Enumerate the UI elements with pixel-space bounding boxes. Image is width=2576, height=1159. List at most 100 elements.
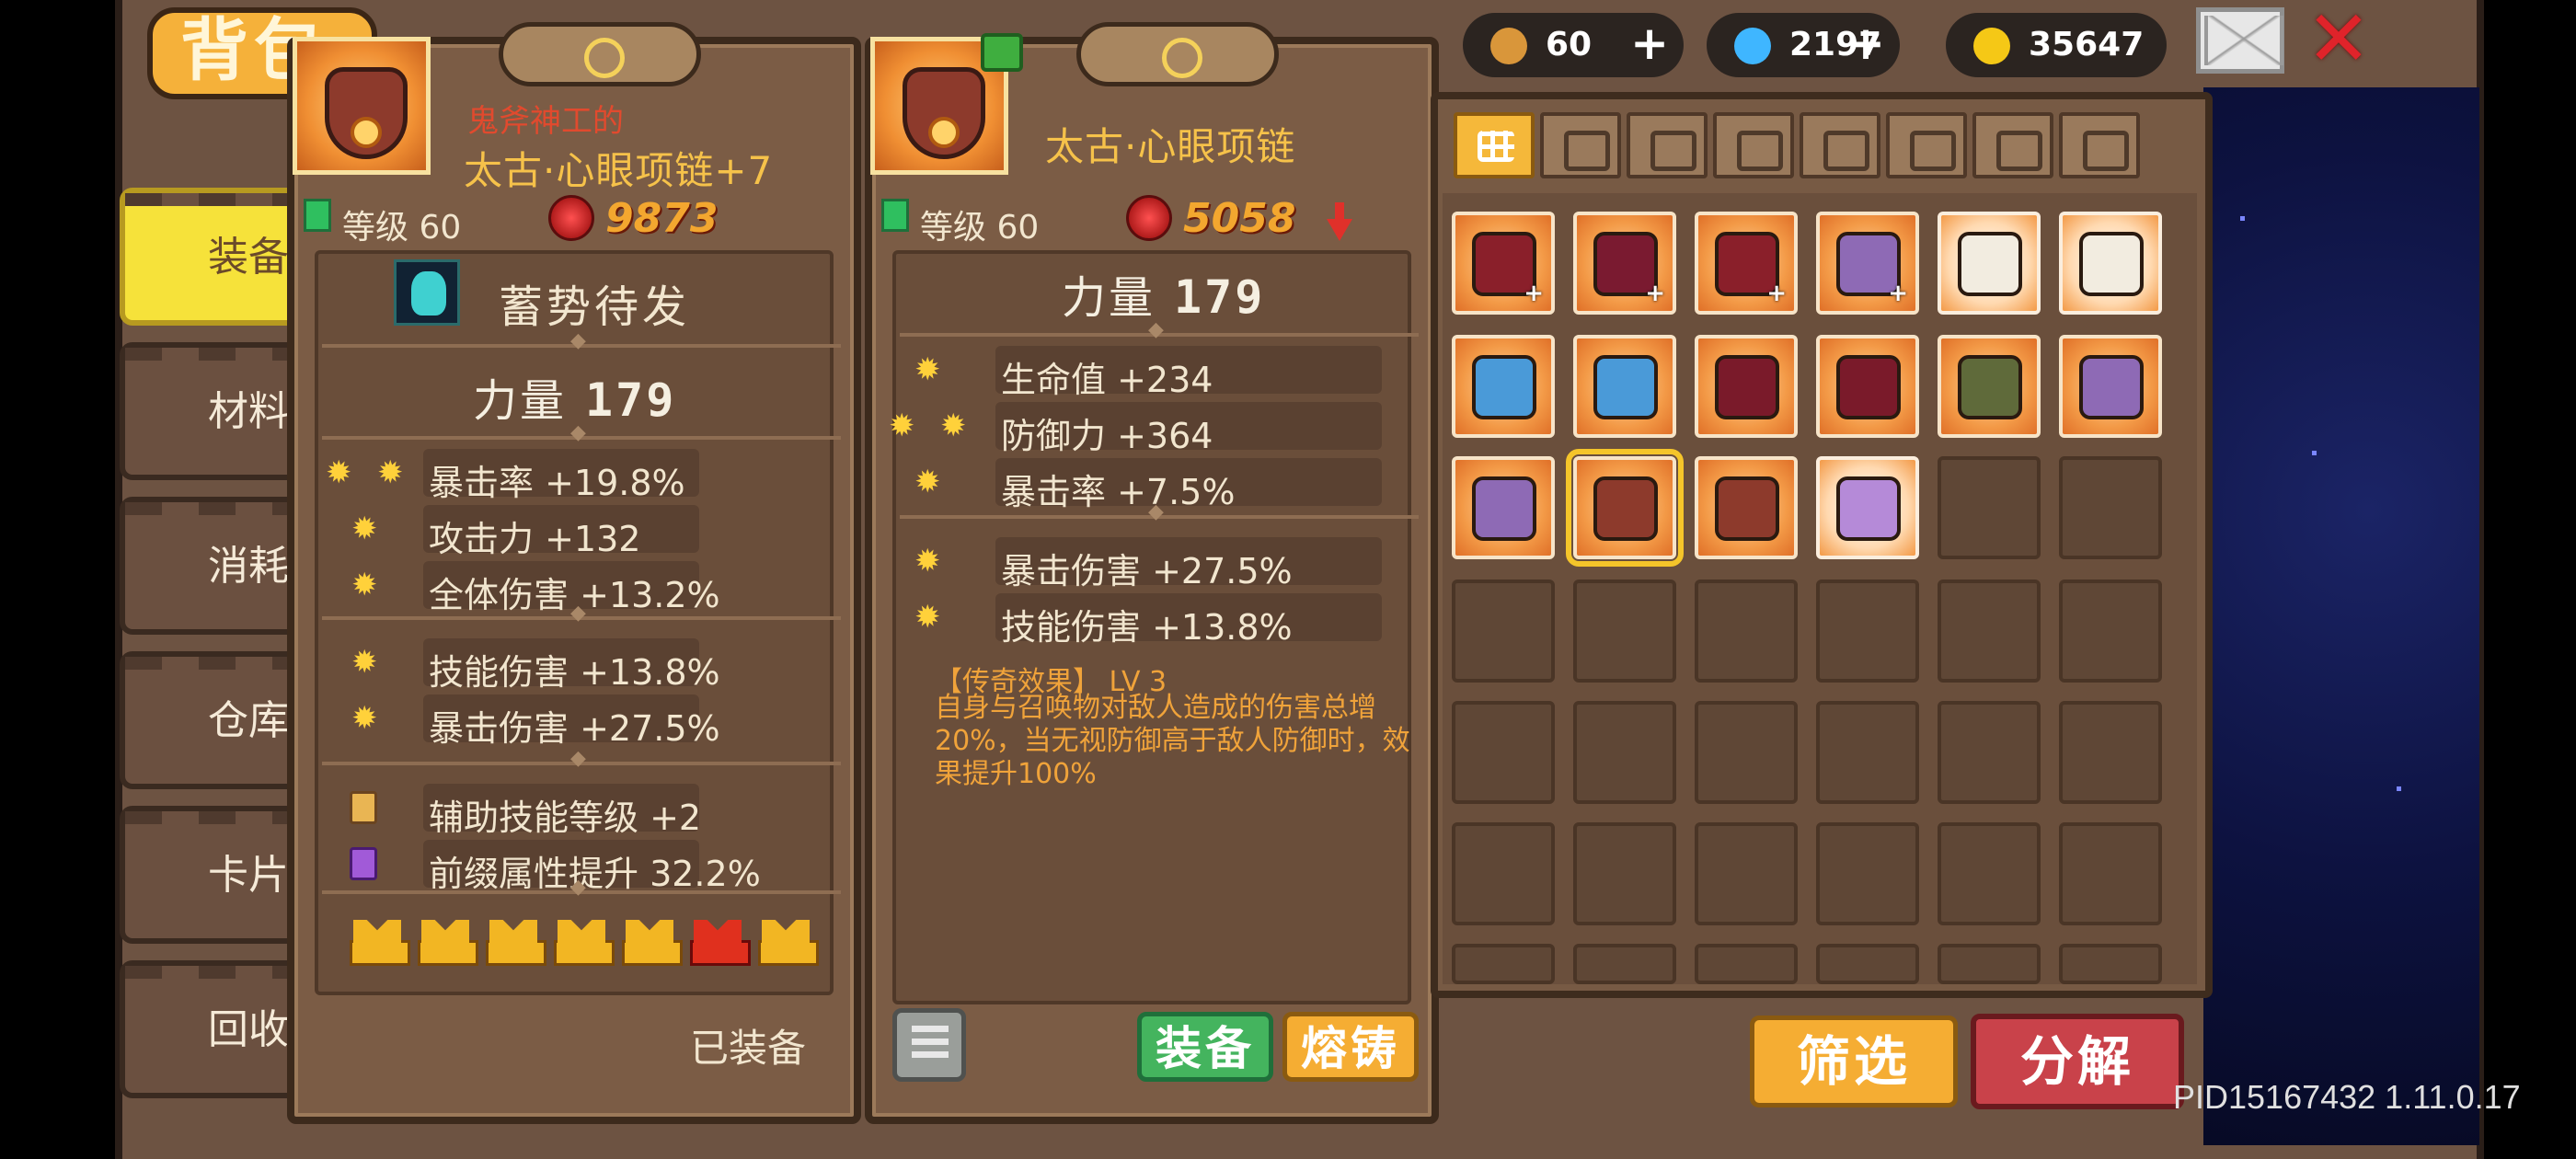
upgrade-plus-icon: + [1766,280,1787,307]
empty-slot[interactable] [1695,580,1798,683]
empty-slot[interactable] [1452,944,1555,984]
divider [322,876,841,899]
empty-slot[interactable] [2059,580,2162,683]
empty-slot[interactable] [2059,822,2162,925]
inventory-item[interactable]: + [1573,212,1676,315]
necklace-icon[interactable] [1886,112,1967,178]
space-backdrop [2203,87,2479,1145]
empty-slot[interactable] [2059,701,2162,804]
star-gem-icon: ✹ [914,464,941,500]
gem-icon [1734,28,1771,64]
empty-slot[interactable] [1816,701,1919,804]
crown-icon [554,920,615,966]
necklace-slot-icon [499,22,701,86]
empty-slot[interactable] [1452,580,1555,683]
level-flag-icon [881,199,909,232]
empty-slot[interactable] [1452,701,1555,804]
item-icon [1593,355,1658,419]
equipped-item-portrait [293,37,431,175]
add-bag-button[interactable]: + [1630,13,1669,74]
star-gem-icon: ✹ [351,567,378,603]
inventory-item[interactable] [2059,335,2162,438]
inventory-item[interactable] [1816,335,1919,438]
smelt-button[interactable]: 熔铸 [1282,1012,1419,1082]
inventory-item[interactable]: + [1452,212,1555,315]
upgrade-plus-icon: + [1888,280,1908,307]
mail-button[interactable] [2196,7,2284,74]
item-level: 等级 60 [342,209,462,247]
item-icon [1836,355,1901,419]
filter-button[interactable]: 筛选 [1750,1016,1958,1107]
stat-row: 辅助技能等级 +2 [294,784,865,838]
inventory-item[interactable] [1452,456,1555,559]
all-icon[interactable] [1454,112,1535,178]
main-stat: 力量 179 [1062,270,1266,324]
star-gem-icon: ✹ [351,644,378,681]
star-gem-icon: ✹ [940,407,967,444]
list-menu-button[interactable] [892,1008,966,1082]
star-gem-icon: ✹ [351,700,378,737]
inventory-item[interactable] [1695,456,1798,559]
inventory-item[interactable] [1566,449,1684,567]
empty-slot[interactable] [1573,822,1676,925]
crown-icon [350,920,410,966]
empty-slot[interactable] [1816,944,1919,984]
compare-item-card: 太古·心眼项链 等级 60 5058 力量179 ✹ 生命值 +234 ✹ ✹ 防御力 … [865,22,1439,1124]
divider [322,421,841,444]
empty-slot[interactable] [1938,944,2041,984]
empty-slot[interactable] [2059,944,2162,984]
gear-icon[interactable] [2059,112,2140,178]
empty-slot[interactable] [2059,456,2162,559]
equip-button[interactable]: 装备 [1137,1012,1273,1082]
close-button[interactable]: ✕ [2303,0,2375,77]
inventory-item[interactable] [1452,335,1555,438]
stat-text: 技能伤害 +13.8% [429,652,720,693]
inventory-item[interactable] [2059,212,2162,315]
inventory-item[interactable]: + [1695,212,1798,315]
divider [322,329,841,352]
item-icon [1958,232,2022,296]
empty-slot[interactable] [1695,822,1798,925]
weapon-icon[interactable] [1540,112,1621,178]
boots-icon[interactable] [1800,112,1880,178]
lock-icon[interactable] [981,33,1023,72]
stat-text: 暴击伤害 +27.5% [429,708,720,749]
empty-slot[interactable] [1573,944,1676,984]
equipped-status: 已装备 [690,1026,807,1071]
empty-slot[interactable] [1452,822,1555,925]
skill-name: 蓄势待发 [499,281,691,333]
inventory-item[interactable] [1816,456,1919,559]
crown-icon [418,920,478,966]
decompose-button[interactable]: 分解 [1971,1014,2184,1109]
purple-emblem-icon [350,847,377,880]
divider [322,602,841,625]
star-gem-icon: ✹ [377,454,404,491]
add-gems-button[interactable]: + [1846,13,1885,74]
sidebar-item-label: 装备 [208,234,289,281]
empty-slot[interactable] [1695,701,1798,804]
inventory-item[interactable] [1573,335,1676,438]
helmet-icon[interactable] [1713,112,1794,178]
gold-pill: 35647 [1946,13,2167,77]
armor-icon[interactable] [1627,112,1708,178]
empty-slot[interactable] [1816,580,1919,683]
empty-slot[interactable] [1573,580,1676,683]
empty-slot[interactable] [1695,944,1798,984]
empty-slot[interactable] [1938,701,2041,804]
ring-icon[interactable] [1972,112,2053,178]
empty-slot[interactable] [1938,822,2041,925]
inventory-item[interactable] [1695,335,1798,438]
star-gem-icon: ✹ [889,407,915,444]
inventory-item[interactable] [1938,212,2041,315]
empty-slot[interactable] [1816,822,1919,925]
empty-slot[interactable] [1938,456,2041,559]
crown-icon [622,920,683,966]
item-icon [1715,476,1779,541]
empty-slot[interactable] [1573,701,1676,804]
inventory-item[interactable] [1938,335,2041,438]
inventory-item[interactable]: + [1816,212,1919,315]
star-gem-icon: ✹ [326,454,352,491]
upgrade-plus-icon: + [1524,280,1544,307]
empty-slot[interactable] [1938,580,2041,683]
divider [900,500,1419,523]
